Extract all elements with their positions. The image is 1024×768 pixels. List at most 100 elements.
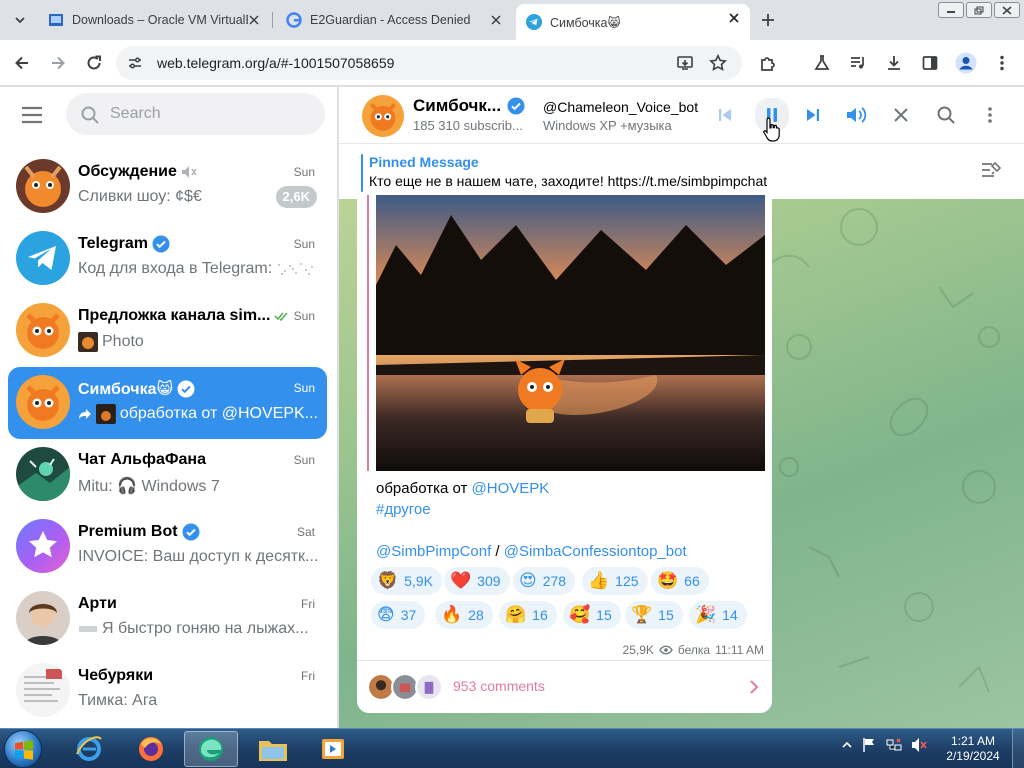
photo-thumbnail-icon (95, 404, 116, 424)
previous-track-button[interactable] (711, 101, 739, 129)
mention-link[interactable]: @HOVEPK (472, 480, 550, 497)
browser-tab-virtualbox[interactable]: Downloads – Oracle VM VirtualBox (38, 6, 270, 34)
close-window-button[interactable] (994, 2, 1020, 18)
close-icon[interactable] (488, 12, 504, 28)
browser-tab-e2guardian[interactable]: E2Guardian - Access Denied (276, 6, 512, 34)
search-chat-button[interactable] (932, 101, 960, 129)
hamburger-menu-icon[interactable] (20, 105, 44, 125)
close-icon[interactable] (246, 12, 262, 28)
chat-name: Предложка канала sim... (78, 307, 271, 324)
system-clock[interactable]: 1:21 AM 2/19/2024 (942, 734, 1004, 764)
channel-post: обработка от @HOVEPK #другое @SimbPimpCo… (357, 195, 772, 713)
back-button[interactable] (10, 51, 34, 75)
reaction-chip[interactable]: ❤️ 309 (444, 567, 510, 595)
chat-preview: INVOICE: Ваш доступ к десятк... (78, 548, 318, 565)
taskbar-explorer[interactable] (246, 731, 300, 767)
chat-menu-button[interactable] (976, 101, 1004, 129)
new-tab-button[interactable] (756, 8, 780, 32)
next-track-button[interactable] (799, 101, 827, 129)
pinned-text: Кто еще не в нашем чате, заходите! https… (369, 173, 768, 189)
labs-button[interactable] (810, 51, 834, 75)
post-accent-line (367, 195, 369, 471)
side-panel-button[interactable] (918, 51, 942, 75)
profile-button[interactable] (954, 51, 978, 75)
chat-item-selected[interactable]: Симбочка😸 Sun обработка от @HOVEPK... (8, 367, 327, 439)
reaction-chip[interactable]: 🏆 15 (625, 601, 683, 629)
reaction-chip[interactable]: 😨 37 (371, 601, 426, 629)
chat-item[interactable]: Предложка канала sim... Sun Photo (8, 295, 327, 367)
chrome-menu-button[interactable] (990, 51, 1014, 75)
chat-item[interactable]: Чат АльфаФана Sun Mitu: 🎧 Windows 7 (8, 439, 327, 511)
media-controls-button[interactable] (846, 51, 870, 75)
reaction-chip[interactable]: 👍 125 (582, 567, 648, 595)
chat-item[interactable]: Обсуждение Sun Сливки шоу: ¢$€ 2,6K (8, 151, 327, 223)
site-settings-icon[interactable] (126, 54, 144, 72)
start-button[interactable] (4, 730, 42, 768)
chat-item[interactable]: Premium Bot Sat INVOICE: Ваш доступ к де… (8, 511, 327, 583)
install-app-icon[interactable] (676, 54, 694, 72)
telegram-icon (526, 14, 542, 30)
mention-link[interactable]: @SimbPimpConf (376, 543, 491, 560)
bookmark-star-icon[interactable] (709, 54, 727, 72)
reaction-chip[interactable]: 😍 278 (513, 567, 576, 595)
reaction-chip[interactable]: 🤗 16 (499, 601, 557, 629)
channel-title-text: Симбочк... (413, 96, 502, 115)
chat-item[interactable]: Telegram Sun Код для входа в Telegram: (8, 223, 327, 295)
audio-player-title[interactable]: @Chameleon_Voice_bot (543, 99, 698, 115)
browser-tab-telegram[interactable]: Симбочка😸 (516, 4, 750, 40)
forward-button[interactable] (46, 51, 70, 75)
post-photo[interactable] (376, 195, 765, 471)
reaction-chip[interactable]: 🥰 15 (563, 601, 621, 629)
view-count: 25,9K (622, 643, 654, 657)
post-time: 11:11 AM (715, 643, 764, 657)
tab-title: Симбочка😸 (550, 15, 621, 30)
chevron-up-icon[interactable] (842, 740, 852, 750)
subscriber-count: 185 310 subscrib... (413, 118, 523, 133)
taskbar-chrome-app[interactable] (184, 731, 238, 767)
hashtag-link[interactable]: #другое (376, 501, 431, 518)
restore-button[interactable] (966, 2, 992, 18)
avatar (16, 303, 70, 357)
reaction-chip[interactable]: 🎉 14 (689, 601, 747, 629)
chat-time-text: Sun (293, 309, 315, 323)
close-icon[interactable] (726, 10, 742, 26)
reaction-count: 5,9K (404, 573, 433, 589)
avatar (415, 673, 443, 701)
reload-icon (87, 55, 101, 70)
chat-item[interactable]: Чебуряки Fri Тимка: Ага (8, 655, 327, 727)
taskbar-internet-explorer[interactable] (62, 731, 116, 767)
search-input[interactable]: Search (66, 93, 325, 135)
taskbar-media-player[interactable] (306, 731, 360, 767)
channel-avatar[interactable] (362, 95, 404, 137)
avatar (16, 519, 70, 573)
chat-name-text: Premium Bot (78, 523, 178, 540)
reaction-chip[interactable]: 🤩 66 (651, 567, 709, 595)
flag-icon[interactable] (861, 737, 877, 753)
chat-list-panel: Search Обсуждение Sun Сливки шоу: ¢$€ 2,… (0, 87, 338, 728)
network-icon[interactable] (886, 737, 902, 753)
skip-next-icon (807, 109, 819, 121)
downloads-button[interactable] (882, 51, 906, 75)
pinned-list-icon[interactable] (980, 160, 1002, 180)
chat-name: Premium Bot (78, 523, 200, 541)
address-bar[interactable]: web.telegram.org/a/#-1001507058659 (116, 46, 742, 80)
chat-preview: Photo (78, 332, 318, 352)
reaction-count: 15 (596, 607, 612, 623)
close-player-button[interactable] (887, 101, 915, 129)
eye-icon (659, 645, 673, 655)
volume-muted-icon[interactable] (911, 737, 927, 753)
reaction-chip[interactable]: 🦁 5,9K (371, 567, 442, 595)
channel-title[interactable]: Симбочк... (413, 96, 525, 116)
taskbar-firefox[interactable] (124, 731, 178, 767)
pinned-message-bar[interactable]: Pinned Message Кто еще не в нашем чате, … (339, 143, 1024, 199)
show-desktop-button[interactable] (1012, 729, 1024, 768)
reload-button[interactable] (82, 51, 106, 75)
extensions-button[interactable] (756, 51, 780, 75)
mention-link[interactable]: @SimbaConfessiontop_bot (504, 543, 687, 560)
volume-button[interactable] (842, 101, 870, 129)
chat-item[interactable]: Арти Fri Я быстро гоняю на лыжах... (8, 583, 327, 655)
minimize-button[interactable] (938, 2, 964, 18)
comments-button[interactable]: 953 comments (367, 667, 765, 707)
tab-search-button[interactable] (8, 8, 32, 32)
reaction-chip[interactable]: 🔥 28 (435, 601, 493, 629)
